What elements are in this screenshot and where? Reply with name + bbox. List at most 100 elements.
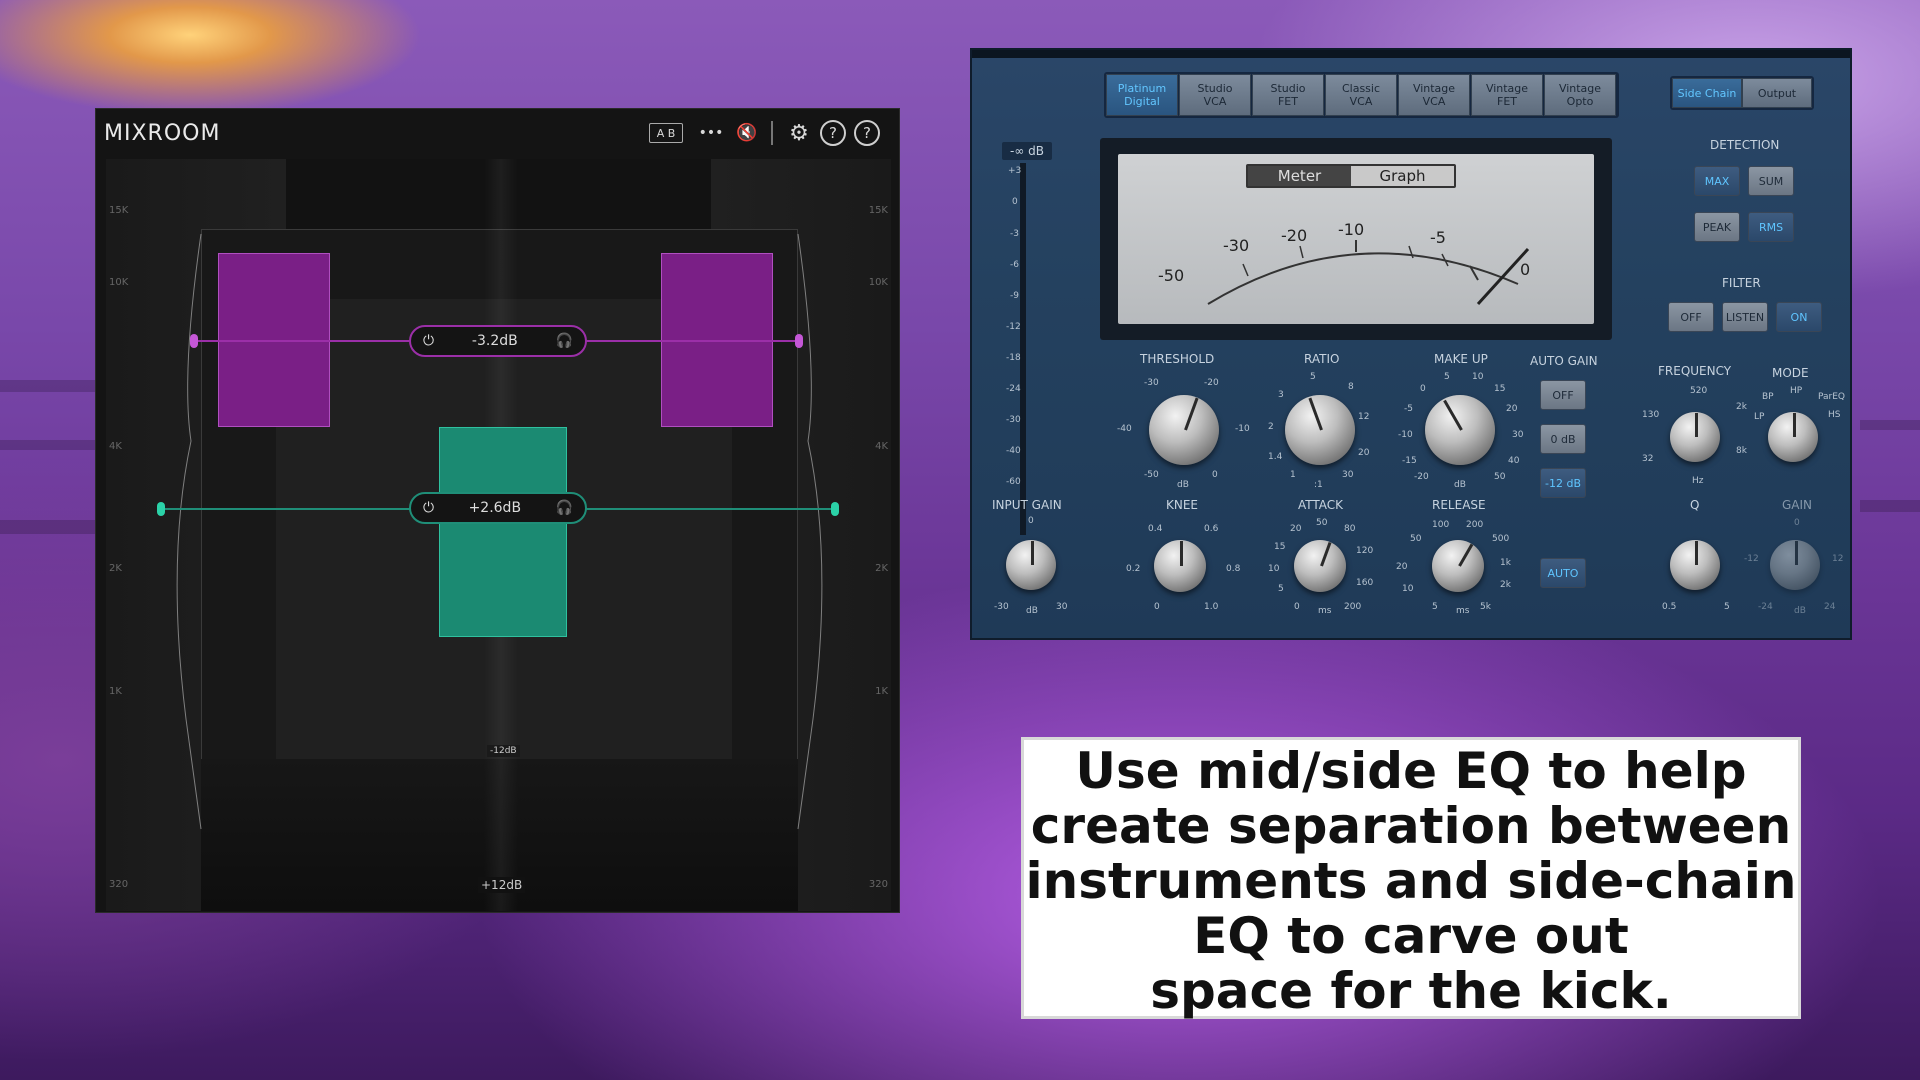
filter-off-button[interactable]: OFF bbox=[1668, 302, 1714, 332]
ratio-scale: 30 bbox=[1342, 470, 1354, 480]
filter-on-button[interactable]: ON bbox=[1776, 302, 1822, 332]
model-tab-studio-fet[interactable]: Studio FET bbox=[1252, 74, 1324, 116]
release-scale: 2k bbox=[1500, 580, 1511, 590]
mid-band-listen-icon[interactable]: 🎧 bbox=[556, 500, 573, 516]
frequency-scale: 2k bbox=[1736, 402, 1747, 412]
auto-gain-minus12-button[interactable]: -12 dB bbox=[1540, 468, 1586, 498]
makeup-scale: 40 bbox=[1508, 456, 1520, 466]
input-gain-scale: -30 bbox=[994, 602, 1009, 612]
filter-gain-scale: 24 bbox=[1824, 602, 1836, 612]
model-tab-platinum-digital[interactable]: Platinum Digital bbox=[1106, 74, 1178, 116]
caption-line: Use mid/side EQ to help bbox=[1075, 742, 1747, 800]
ratio-scale: 2 bbox=[1268, 422, 1274, 432]
filter-gain-unit: dB bbox=[1794, 606, 1806, 616]
frequency-scale: 8k bbox=[1736, 446, 1747, 456]
auto-release-button[interactable]: AUTO bbox=[1540, 558, 1586, 588]
mid-band-power-icon[interactable]: ⏻ bbox=[423, 500, 434, 516]
release-label: RELEASE bbox=[1432, 498, 1486, 512]
mixroom-plugin-window: MIXROOM A B ••• 🔇 ⚙ ? ? 15K 10K 4K 2K 1K… bbox=[95, 108, 900, 913]
release-scale: 5 bbox=[1432, 602, 1438, 612]
mid-band-control[interactable]: ⏻ +2.6dB 🎧 bbox=[409, 492, 587, 524]
release-scale: 200 bbox=[1466, 520, 1484, 530]
auto-gain-off-button[interactable]: OFF bbox=[1540, 380, 1586, 410]
detection-sum-button[interactable]: SUM bbox=[1748, 166, 1794, 196]
filter-label: FILTER bbox=[1722, 276, 1761, 290]
model-tab-vintage-opto[interactable]: Vintage Opto bbox=[1544, 74, 1616, 116]
q-knob[interactable] bbox=[1670, 540, 1720, 590]
filter-listen-button[interactable]: LISTEN bbox=[1722, 302, 1768, 332]
output-tab[interactable]: Output bbox=[1742, 78, 1812, 108]
gr-scale-tick: -30 bbox=[1006, 415, 1021, 425]
mid-band-left-handle[interactable] bbox=[157, 502, 165, 516]
q-label: Q bbox=[1690, 498, 1700, 512]
mode-scale: HS bbox=[1828, 410, 1841, 420]
mid-band-right-handle[interactable] bbox=[831, 502, 839, 516]
release-knob[interactable] bbox=[1432, 540, 1484, 592]
help-icon[interactable]: ? bbox=[820, 120, 846, 146]
frequency-scale: 130 bbox=[1642, 410, 1660, 420]
side-band-power-icon[interactable]: ⏻ bbox=[423, 333, 434, 349]
detection-rms-button[interactable]: RMS bbox=[1748, 212, 1794, 242]
auto-gain-0db-button[interactable]: 0 dB bbox=[1540, 424, 1586, 454]
attack-knob[interactable] bbox=[1294, 540, 1346, 592]
knee-label: KNEE bbox=[1166, 498, 1199, 512]
model-tab-studio-vca[interactable]: Studio VCA bbox=[1179, 74, 1251, 116]
filter-gain-knob[interactable] bbox=[1770, 540, 1820, 590]
mode-scale: LP bbox=[1754, 412, 1765, 422]
attack-unit: ms bbox=[1318, 606, 1332, 616]
attack-scale: 200 bbox=[1344, 602, 1362, 612]
input-gain-scale: 0 bbox=[1028, 516, 1034, 526]
compressor-model-tabs: Platinum Digital Studio VCA Studio FET C… bbox=[1104, 72, 1619, 118]
makeup-scale: 20 bbox=[1506, 404, 1518, 414]
side-chain-tab[interactable]: Side Chain bbox=[1672, 78, 1742, 108]
mid-eq-region[interactable] bbox=[439, 427, 567, 637]
settings-gear-icon[interactable]: ⚙ bbox=[786, 120, 812, 146]
detection-max-button[interactable]: MAX bbox=[1694, 166, 1740, 196]
side-band-control[interactable]: ⏻ -3.2dB 🎧 bbox=[409, 325, 587, 357]
meter-scale-label: -10 bbox=[1338, 220, 1365, 239]
mode-knob[interactable] bbox=[1768, 412, 1818, 462]
side-band-left-handle[interactable] bbox=[190, 334, 198, 348]
makeup-scale: 30 bbox=[1512, 430, 1524, 440]
floor-gain-label: -12dB bbox=[487, 745, 520, 757]
input-gain-knob[interactable] bbox=[1006, 540, 1056, 590]
makeup-scale: 10 bbox=[1472, 372, 1484, 382]
info-help-icon[interactable]: ? bbox=[854, 120, 880, 146]
gr-scale-tick: +3 bbox=[1008, 166, 1022, 176]
frequency-unit: Hz bbox=[1692, 476, 1704, 486]
ratio-scale: 8 bbox=[1348, 382, 1354, 392]
threshold-scale: -10 bbox=[1235, 424, 1250, 434]
detection-peak-button[interactable]: PEAK bbox=[1694, 212, 1740, 242]
more-options-icon[interactable]: ••• bbox=[696, 120, 726, 146]
mode-scale: HP bbox=[1790, 386, 1803, 396]
ratio-knob[interactable] bbox=[1285, 395, 1355, 465]
threshold-label: THRESHOLD bbox=[1140, 352, 1215, 366]
makeup-knob[interactable] bbox=[1425, 395, 1495, 465]
knee-scale: 1.0 bbox=[1204, 602, 1219, 612]
caption-line: space for the kick. bbox=[1150, 962, 1672, 1020]
ratio-scale: 1.4 bbox=[1268, 452, 1283, 462]
attack-scale: 0 bbox=[1294, 602, 1300, 612]
knee-knob[interactable] bbox=[1154, 540, 1206, 592]
model-tab-classic-vca[interactable]: Classic VCA bbox=[1325, 74, 1397, 116]
mute-icon[interactable]: 🔇 bbox=[734, 120, 760, 146]
max-gain-label: +12dB bbox=[478, 877, 526, 893]
toolbar-divider bbox=[771, 121, 773, 145]
caption-line: instruments and side-chain bbox=[1025, 852, 1797, 910]
frequency-knob[interactable] bbox=[1670, 412, 1720, 462]
knee-scale: 0.8 bbox=[1226, 564, 1241, 574]
eq-room-display[interactable]: 15K 10K 4K 2K 1K 320 15K 10K 4K 2K 1K 32… bbox=[106, 159, 891, 911]
model-tab-vintage-fet[interactable]: Vintage FET bbox=[1471, 74, 1543, 116]
side-band-right-handle[interactable] bbox=[795, 334, 803, 348]
side-band-listen-icon[interactable]: 🎧 bbox=[556, 333, 573, 349]
threshold-knob[interactable] bbox=[1149, 395, 1219, 465]
detection-label: DETECTION bbox=[1710, 138, 1780, 152]
release-unit: ms bbox=[1456, 606, 1470, 616]
mode-scale: BP bbox=[1762, 392, 1774, 402]
model-tab-vintage-vca[interactable]: Vintage VCA bbox=[1398, 74, 1470, 116]
filter-gain-scale: -24 bbox=[1758, 602, 1773, 612]
threshold-scale: -20 bbox=[1204, 378, 1219, 388]
ab-compare-button[interactable]: A B bbox=[649, 123, 683, 143]
meter-scale-label: -50 bbox=[1158, 266, 1185, 285]
attack-scale: 15 bbox=[1274, 542, 1286, 552]
